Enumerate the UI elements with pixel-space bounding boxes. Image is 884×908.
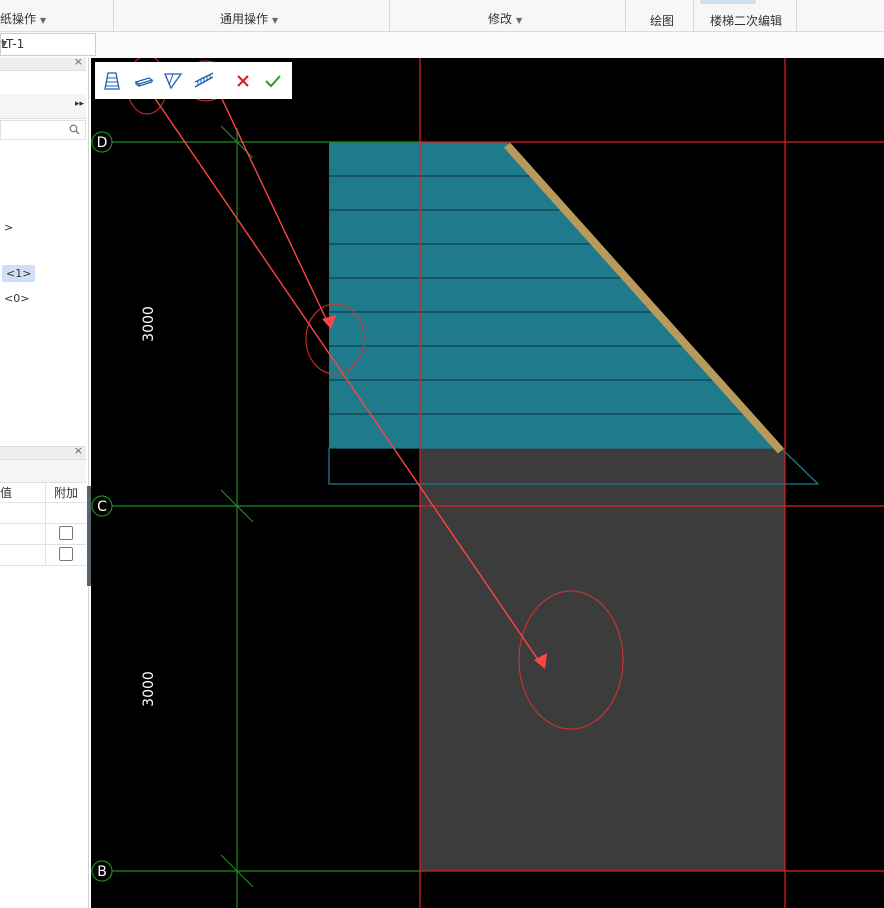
search-input[interactable]: [1, 121, 65, 139]
tree-node-selected[interactable]: <1>: [2, 265, 36, 282]
dimension-text: 3000: [141, 671, 157, 707]
property-value[interactable]: [0, 523, 46, 545]
attached-checkbox-cell: [45, 544, 86, 566]
panel-toolbar: ▸▸: [0, 94, 86, 119]
ribbon-group-label: 纸操作 ▼: [0, 12, 47, 26]
confirm-button[interactable]: [259, 62, 287, 99]
property-value[interactable]: [0, 502, 46, 524]
landing-slab: [420, 448, 785, 871]
table-row: [0, 523, 86, 545]
attached-checkbox-cell: [45, 523, 86, 545]
stair-flight-button[interactable]: [98, 62, 126, 99]
expand-icon[interactable]: ▸▸: [75, 99, 84, 109]
attached-checkbox[interactable]: [59, 525, 73, 540]
column-header-value: 值: [0, 482, 46, 503]
component-selector[interactable]: LT-1 ▼: [0, 33, 96, 56]
table-row: [0, 544, 86, 566]
sub-toolbar: [0, 32, 884, 58]
dimension-text: 3000: [141, 306, 157, 342]
stair-flight-icon: [104, 71, 120, 90]
properties-panel-header: ×: [0, 444, 86, 460]
chevron-down-icon: ▼: [40, 16, 47, 25]
axis-marker-b[interactable]: B: [91, 860, 113, 882]
ribbon-group-stair-edit[interactable]: 楼梯二次编辑: [694, 0, 797, 31]
ribbon-group-draw[interactable]: 绘图: [626, 0, 694, 31]
chevron-down-icon: ▼: [516, 16, 523, 25]
axis-label: D: [97, 135, 108, 151]
cancel-icon: [237, 74, 249, 87]
landing-slab-button[interactable]: [130, 62, 158, 99]
ribbon-group-modify[interactable]: 修改 ▼: [390, 0, 626, 31]
chevron-down-icon: ▼: [272, 16, 279, 25]
ribbon-group-label: 修改 ▼: [488, 12, 523, 26]
stair-flight: [329, 142, 781, 448]
tree-node[interactable]: <0>: [4, 292, 29, 305]
axis-label: B: [97, 864, 107, 880]
stair-edit-toolbar: [95, 62, 292, 99]
table-header-row: 值 附加: [0, 482, 86, 503]
stair-beam-icon: [164, 72, 183, 89]
ribbon-group-common-ops[interactable]: 通用操作 ▼: [114, 0, 390, 31]
landing-slab-icon: [134, 76, 154, 87]
ribbon-group-label: 楼梯二次编辑: [710, 14, 783, 28]
close-icon[interactable]: ×: [74, 444, 83, 457]
confirm-icon: [265, 74, 281, 87]
ribbon-bar: 纸操作 ▼ 通用操作 ▼ 修改 ▼ 绘图 楼梯二次编辑: [0, 0, 884, 32]
railing-icon: [194, 71, 214, 88]
column-header-attached: 附加: [45, 482, 86, 503]
ribbon-group-drawing-ops[interactable]: 纸操作 ▼: [0, 0, 114, 31]
cancel-button[interactable]: [229, 62, 257, 99]
close-icon[interactable]: ×: [74, 55, 83, 68]
drawing-canvas[interactable]: D C B 3000 3000: [91, 58, 884, 908]
drawing-svg: D C B 3000 3000: [91, 58, 884, 908]
axis-marker-d[interactable]: D: [91, 131, 113, 153]
properties-toolbar: [0, 460, 86, 483]
attached-checkbox[interactable]: [59, 546, 73, 561]
railing-button[interactable]: [190, 62, 218, 99]
panel-header: ×: [0, 55, 86, 71]
axis-marker-c[interactable]: C: [91, 495, 113, 517]
table-row: [0, 502, 86, 524]
left-panel: × ▸▸ > <1> <0> × 值 附加: [0, 55, 89, 908]
search-icon[interactable]: [69, 124, 80, 135]
property-value[interactable]: [0, 544, 46, 566]
stair-beam-button[interactable]: [159, 62, 187, 99]
property-attached: [45, 502, 86, 524]
tree-node[interactable]: >: [4, 221, 13, 234]
ribbon-group-label: 绘图: [650, 14, 675, 28]
axis-label: C: [97, 499, 107, 515]
properties-table: 值 附加: [0, 482, 86, 566]
search-box[interactable]: [0, 120, 86, 140]
chevron-down-icon[interactable]: ▼: [1, 39, 91, 48]
ribbon-group-label: 通用操作 ▼: [220, 12, 279, 26]
